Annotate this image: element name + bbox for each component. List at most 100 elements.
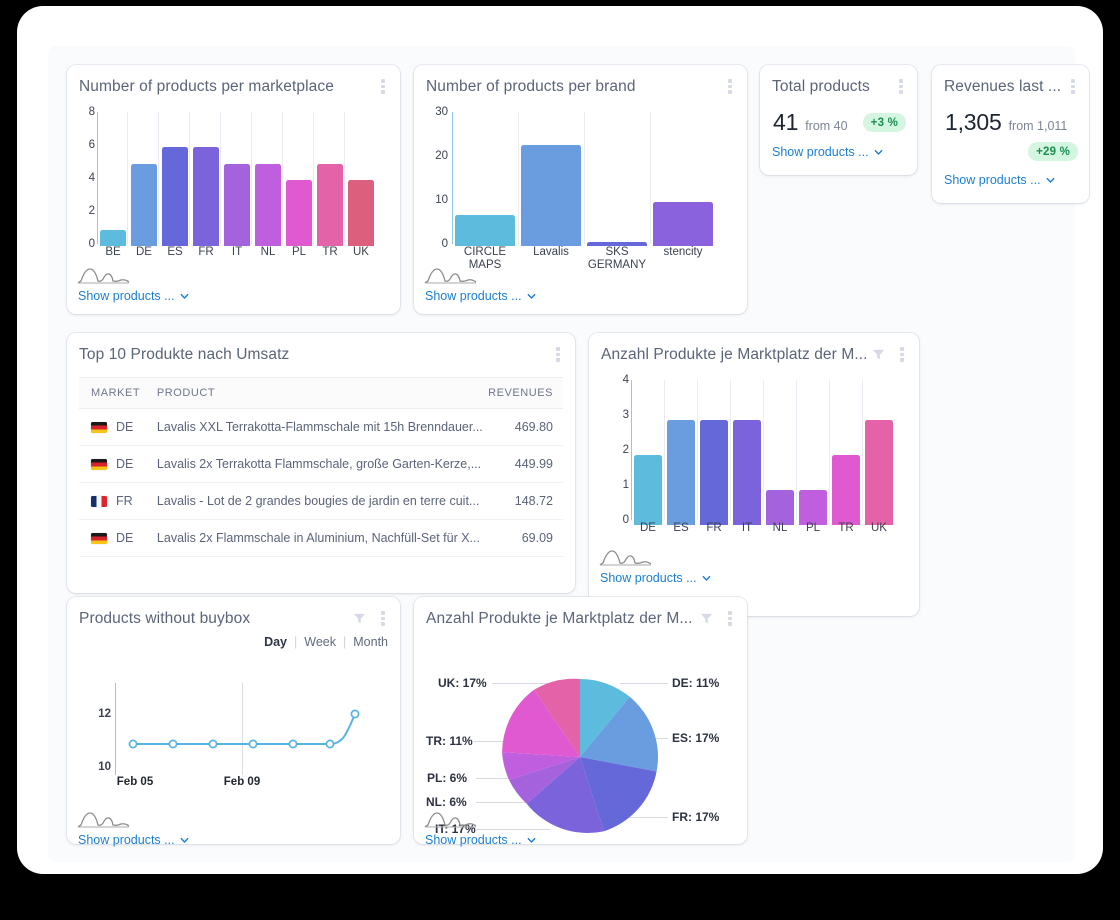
bar-CIRCLE-MAPS[interactable] [455, 215, 515, 246]
granularity-option-day[interactable]: Day [264, 635, 287, 649]
bar-TR[interactable] [317, 163, 343, 246]
y-tick: 12 [98, 708, 111, 720]
bar-stencity[interactable] [653, 202, 713, 246]
bar-UK[interactable] [865, 420, 893, 525]
bar-ES[interactable] [667, 420, 695, 525]
bar-BE[interactable] [100, 229, 126, 246]
gridline [344, 112, 345, 244]
column-header-market: MARKET [79, 377, 157, 409]
divider: | [343, 635, 347, 649]
distribution-curve-icon[interactable] [77, 265, 131, 287]
x-label: PL [805, 522, 821, 534]
bar-NL[interactable] [766, 490, 794, 525]
gridline [282, 112, 283, 244]
data-point [325, 739, 335, 749]
distribution-curve-icon[interactable] [77, 809, 131, 831]
flag-de-icon [91, 458, 107, 470]
gridline [862, 380, 863, 520]
x-label: TR [838, 522, 854, 534]
cell-product: Lavalis - Lot de 2 grandes bougies de ja… [156, 482, 483, 520]
gridline [220, 112, 221, 244]
cell-market: DE [79, 445, 157, 483]
table-row[interactable]: DE Lavalis XXL Terrakotta-Flammschale mi… [79, 408, 563, 446]
kebab-menu-icon[interactable] [894, 78, 908, 94]
column-header-revenues: REVENUES [482, 377, 563, 409]
show-products-label: Show products ... [944, 173, 1041, 187]
market-code: FR [116, 494, 133, 508]
show-products-link[interactable]: Show products ... [425, 289, 536, 303]
table-row[interactable]: FR Lavalis - Lot de 2 grandes bougies de… [79, 482, 563, 520]
show-products-link[interactable]: Show products ... [600, 571, 711, 585]
pie-label-DE: DE: 11% [672, 676, 720, 690]
distribution-curve-icon[interactable] [424, 809, 478, 831]
data-point [248, 739, 258, 749]
bar-IT[interactable] [733, 420, 761, 525]
y-tick: 6 [88, 139, 95, 151]
show-products-link[interactable]: Show products ... [78, 289, 189, 303]
y-tick: 0 [441, 238, 448, 250]
kebab-menu-icon[interactable] [376, 610, 390, 626]
chevron-down-icon [180, 837, 188, 843]
data-point [168, 739, 178, 749]
granularity-option-month[interactable]: Month [353, 635, 388, 649]
funnel-filter-icon[interactable] [871, 347, 886, 362]
kebab-menu-icon[interactable] [376, 78, 390, 94]
bar-PL[interactable] [286, 180, 312, 246]
market-code: DE [116, 457, 134, 471]
cell-product: Lavalis 2x Terrakotta Flammschale, große… [156, 445, 483, 483]
bar-ES[interactable] [162, 147, 188, 246]
table-row[interactable]: DE Lavalis 2x Flammschale in Aluminium, … [79, 519, 563, 557]
x-label: TR [322, 246, 338, 258]
cell-product: Lavalis 2x Flammschale in Aluminium, Nac… [156, 519, 483, 557]
show-products-link[interactable]: Show products ... [772, 145, 883, 159]
funnel-filter-icon[interactable] [352, 611, 367, 626]
x-label: UK [871, 522, 887, 534]
market-code: DE [116, 420, 134, 434]
x-tick-label: Feb 09 [223, 776, 261, 788]
bar-DE[interactable] [634, 455, 662, 525]
kebab-menu-icon[interactable] [1066, 78, 1080, 94]
distribution-curve-icon[interactable] [424, 265, 478, 287]
bar-FR[interactable] [193, 147, 219, 246]
y-tick: 10 [435, 194, 448, 206]
bar-DE[interactable] [131, 163, 157, 246]
funnel-filter-icon[interactable] [699, 611, 714, 626]
granularity-option-week[interactable]: Week [304, 635, 336, 649]
card-products-per-marketplace-month: Anzahl Produkte je Marktplatz der M... 4… [589, 333, 919, 616]
y-tick: 0 [622, 514, 629, 526]
data-point [128, 739, 138, 749]
kpi-value: 1,305 [945, 109, 1002, 135]
card-products-per-marketplace: Number of products per marketplace 8 6 4… [67, 65, 400, 314]
cell-market: DE [79, 408, 157, 446]
kebab-menu-icon[interactable] [551, 346, 565, 362]
card-title: Number of products per marketplace [79, 78, 334, 95]
show-products-link[interactable]: Show products ... [425, 833, 536, 847]
bar-TR[interactable] [832, 455, 860, 525]
show-products-link[interactable]: Show products ... [78, 833, 189, 847]
gridline [796, 380, 797, 520]
chevron-down-icon [1046, 177, 1054, 183]
kebab-menu-icon[interactable] [723, 610, 737, 626]
x-label: UK [353, 246, 369, 258]
flag-de-icon [91, 421, 107, 433]
bar-IT[interactable] [224, 163, 250, 246]
bar-UK[interactable] [348, 180, 374, 246]
table-row[interactable]: DE Lavalis 2x Terrakotta Flammschale, gr… [79, 445, 563, 483]
x-label: FR [198, 246, 214, 258]
bar-NL[interactable] [255, 163, 281, 246]
distribution-curve-icon[interactable] [599, 547, 653, 569]
kebab-menu-icon[interactable] [895, 346, 909, 362]
y-tick: 1 [622, 479, 629, 491]
bar-PL[interactable] [799, 490, 827, 525]
chevron-down-icon [180, 293, 188, 299]
gridline [730, 380, 731, 520]
chevron-down-icon [527, 293, 535, 299]
kpi-comparison: from 40 [805, 119, 848, 133]
gridline [829, 380, 830, 520]
bar-Lavalis[interactable] [521, 144, 581, 246]
gridline [763, 380, 764, 520]
show-products-link[interactable]: Show products ... [944, 173, 1055, 187]
granularity-toggle: Day | Week | Month [264, 635, 388, 649]
kebab-menu-icon[interactable] [723, 78, 737, 94]
bar-FR[interactable] [700, 420, 728, 525]
